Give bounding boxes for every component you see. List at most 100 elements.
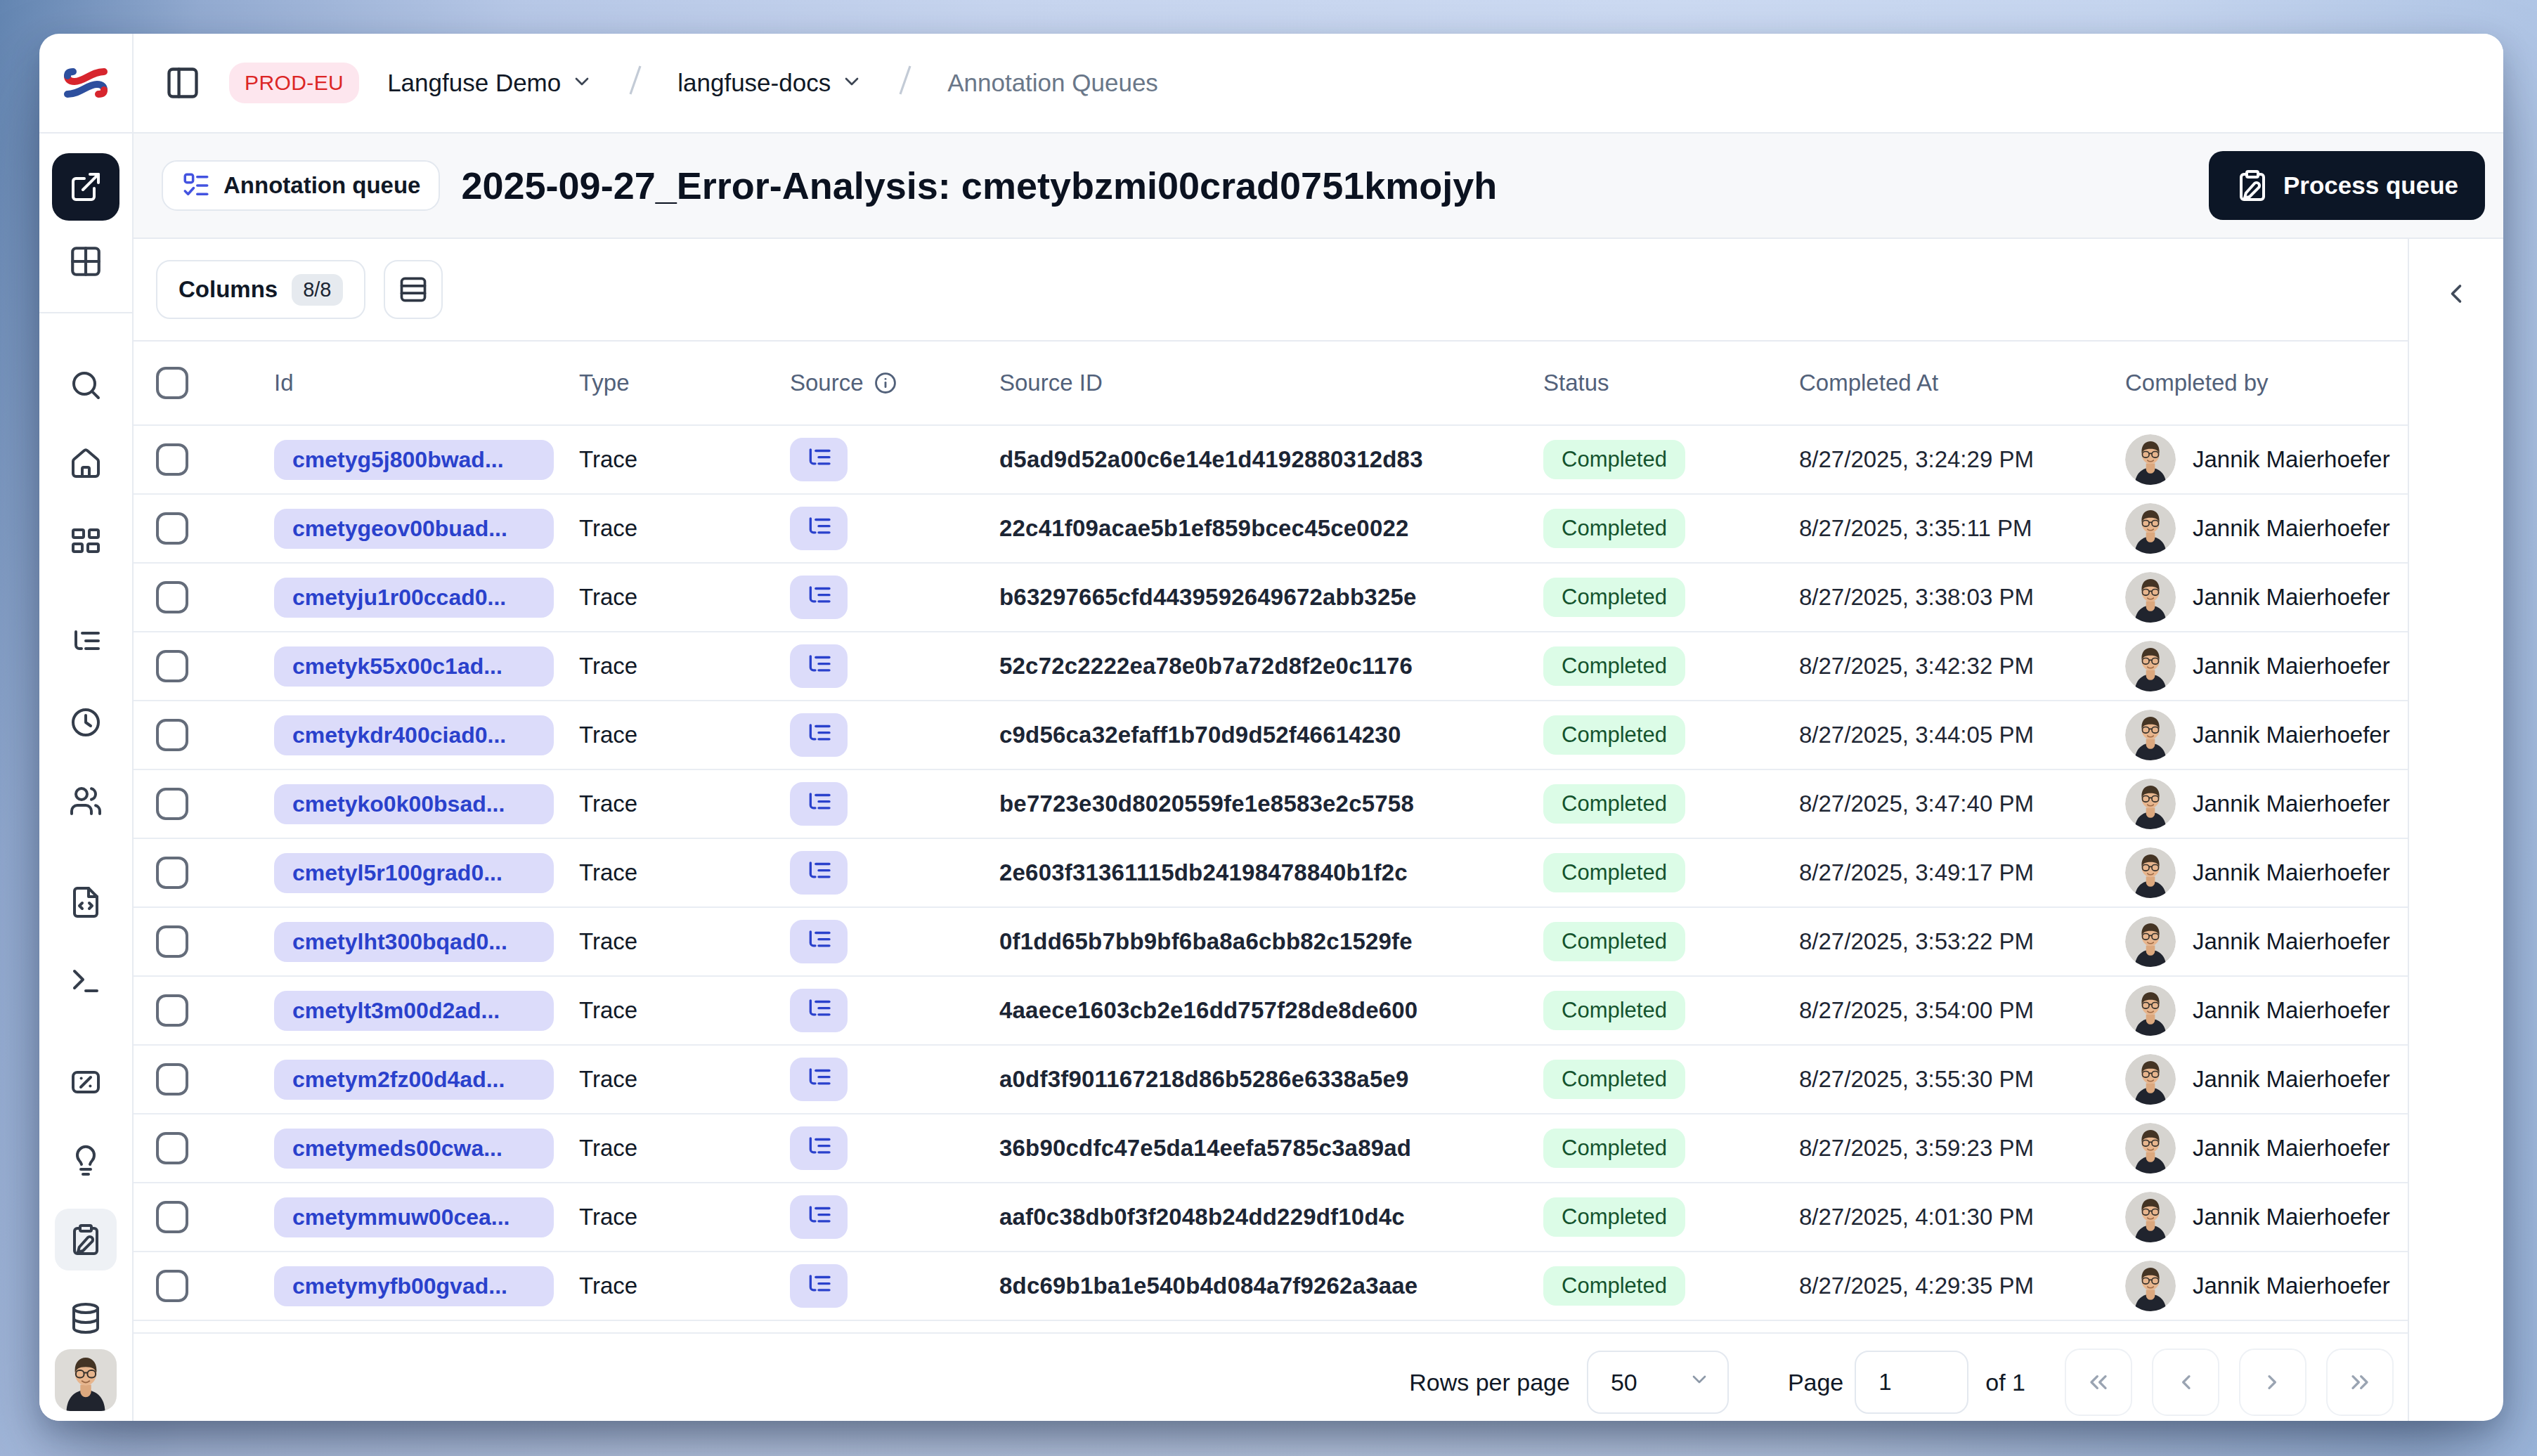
item-id-badge[interactable]: cmetykdr400ciad0... bbox=[274, 715, 554, 755]
item-id-badge[interactable]: cmetyg5j800bwad... bbox=[274, 440, 554, 480]
table-row[interactable]: cmetyl5r100grad0... Trace 2e603f31361115… bbox=[134, 839, 2408, 908]
trace-source-icon[interactable] bbox=[790, 989, 848, 1032]
table-row[interactable]: cmetymmuw00cea... Trace aaf0c38db0f3f204… bbox=[134, 1183, 2408, 1252]
completed-at: 8/27/2025, 3:35:11 PM bbox=[1777, 515, 2103, 542]
breadcrumb-org[interactable]: Langfuse Demo bbox=[387, 67, 593, 98]
item-id-badge[interactable]: cmetymmuw00cea... bbox=[274, 1197, 554, 1237]
sidebar-item-clock-icon[interactable] bbox=[55, 691, 117, 753]
row-checkbox[interactable] bbox=[134, 512, 252, 545]
col-header-completed-by: Completed by bbox=[2103, 370, 2408, 396]
row-checkbox[interactable] bbox=[134, 1270, 252, 1302]
table-row[interactable]: cmetyk55x00c1ad... Trace 52c72c2222ea78e… bbox=[134, 632, 2408, 701]
table-row[interactable]: cmetymeds00cwa... Trace 36b90cdfc47e5da1… bbox=[134, 1114, 2408, 1183]
row-checkbox[interactable] bbox=[134, 925, 252, 958]
langfuse-logo-icon[interactable] bbox=[62, 65, 110, 101]
item-id-badge[interactable]: cmetyju1r00ccad0... bbox=[274, 578, 554, 618]
page-number-input[interactable]: 1 bbox=[1855, 1351, 1968, 1414]
sidebar-item-clipboard-pen-icon[interactable] bbox=[55, 1209, 117, 1270]
trace-source-icon[interactable] bbox=[790, 438, 848, 481]
sidebar-item-users-icon[interactable] bbox=[55, 770, 117, 832]
sidebar-item-layout-dashboard-icon[interactable] bbox=[55, 512, 117, 573]
sidebar-item-percent-box-icon[interactable] bbox=[55, 1051, 117, 1113]
select-all-checkbox[interactable] bbox=[134, 367, 252, 399]
breadcrumb-page[interactable]: Annotation Queues bbox=[947, 69, 1158, 97]
row-checkbox[interactable] bbox=[134, 788, 252, 820]
sidebar-item-terminal-icon[interactable] bbox=[55, 950, 117, 1012]
first-page-button[interactable] bbox=[2065, 1348, 2132, 1416]
item-id-badge[interactable]: cmetyko0k00bsad... bbox=[274, 784, 554, 824]
user-avatar[interactable] bbox=[55, 1349, 117, 1411]
table-row[interactable]: cmetymyfb00gvad... Trace 8dc69b1ba1e540b… bbox=[134, 1252, 2408, 1321]
table-row[interactable]: cmetylht300bqad0... Trace 0f1dd65b7bb9bf… bbox=[134, 908, 2408, 977]
previous-page-button[interactable] bbox=[2152, 1348, 2219, 1416]
completed-by: Jannik Maierhoefer bbox=[2193, 515, 2390, 542]
table-body: cmetyg5j800bwad... Trace d5ad9d52a00c6e1… bbox=[134, 426, 2408, 1321]
table-row[interactable]: cmetym2fz00d4ad... Trace a0df3f901167218… bbox=[134, 1046, 2408, 1114]
table-row[interactable]: cmetyko0k00bsad... Trace be7723e30d80205… bbox=[134, 770, 2408, 839]
row-checkbox[interactable] bbox=[134, 857, 252, 889]
trace-source-icon[interactable] bbox=[790, 644, 848, 688]
trace-source-icon[interactable] bbox=[790, 1264, 848, 1308]
item-id-badge[interactable]: cmetylht300bqad0... bbox=[274, 922, 554, 962]
item-id-badge[interactable]: cmetymeds00cwa... bbox=[274, 1129, 554, 1169]
row-checkbox[interactable] bbox=[134, 1201, 252, 1233]
sidebar-item-search-icon[interactable] bbox=[55, 354, 117, 416]
row-checkbox[interactable] bbox=[134, 581, 252, 613]
table-row[interactable]: cmetykdr400ciad0... Trace c9d56ca32efaff… bbox=[134, 701, 2408, 770]
item-id-badge[interactable]: cmetylt3m00d2ad... bbox=[274, 991, 554, 1031]
row-checkbox[interactable] bbox=[134, 443, 252, 476]
table-row[interactable]: cmetygeov00buad... Trace 22c41f09acae5b1… bbox=[134, 495, 2408, 564]
source-id: 8dc69b1ba1e540b4d084a7f9262a3aae bbox=[977, 1273, 1521, 1299]
process-queue-button[interactable]: Process queue bbox=[2209, 151, 2485, 220]
sidebar-item-database-icon[interactable] bbox=[55, 1287, 117, 1349]
row-checkbox[interactable] bbox=[134, 650, 252, 682]
sidebar-item-external-link-icon[interactable] bbox=[52, 153, 119, 221]
item-id-badge[interactable]: cmetymyfb00gvad... bbox=[274, 1266, 554, 1306]
item-id-badge[interactable]: cmetygeov00buad... bbox=[274, 509, 554, 549]
item-id-badge[interactable]: cmetyl5r100grad0... bbox=[274, 853, 554, 893]
row-checkbox[interactable] bbox=[134, 719, 252, 751]
item-type: Trace bbox=[557, 515, 767, 542]
completed-by: Jannik Maierhoefer bbox=[2193, 997, 2390, 1024]
chevron-down-icon bbox=[1688, 1368, 1711, 1396]
sidebar-divider bbox=[39, 312, 133, 313]
trace-source-icon[interactable] bbox=[790, 713, 848, 757]
table-row[interactable]: cmetylt3m00d2ad... Trace 4aaece1603cb2e1… bbox=[134, 977, 2408, 1046]
sidebar-item-list-tree-icon[interactable] bbox=[55, 613, 117, 675]
trace-source-icon[interactable] bbox=[790, 1126, 848, 1170]
item-id-badge[interactable]: cmetyk55x00c1ad... bbox=[274, 646, 554, 687]
sidebar-item-home-icon[interactable] bbox=[55, 433, 117, 495]
page-total-label: of 1 bbox=[1985, 1369, 2025, 1396]
next-page-button[interactable] bbox=[2239, 1348, 2306, 1416]
row-checkbox[interactable] bbox=[134, 994, 252, 1027]
table-row[interactable]: cmetyju1r00ccad0... Trace b63297665cfd44… bbox=[134, 564, 2408, 632]
sidebar-item-file-code-icon[interactable] bbox=[55, 871, 117, 933]
trace-source-icon[interactable] bbox=[790, 576, 848, 619]
last-page-button[interactable] bbox=[2326, 1348, 2394, 1416]
row-checkbox[interactable] bbox=[134, 1132, 252, 1164]
sidebar-toggle-button[interactable] bbox=[164, 65, 201, 101]
completed-by: Jannik Maierhoefer bbox=[2193, 928, 2390, 955]
collapse-panel-button[interactable] bbox=[2435, 273, 2477, 315]
item-id-badge[interactable]: cmetym2fz00d4ad... bbox=[274, 1060, 554, 1100]
col-header-type: Type bbox=[557, 370, 767, 396]
trace-source-icon[interactable] bbox=[790, 1195, 848, 1239]
sidebar-item-lightbulb-icon[interactable] bbox=[55, 1130, 117, 1192]
completed-by: Jannik Maierhoefer bbox=[2193, 446, 2390, 473]
rows-per-page-select[interactable]: 50 bbox=[1587, 1351, 1729, 1414]
avatar bbox=[2125, 847, 2176, 898]
columns-button[interactable]: Columns 8/8 bbox=[156, 260, 365, 319]
trace-source-icon[interactable] bbox=[790, 851, 848, 895]
row-height-button[interactable] bbox=[384, 260, 443, 319]
sidebar-item-grid-2x2-icon[interactable] bbox=[55, 230, 117, 292]
row-checkbox[interactable] bbox=[134, 1063, 252, 1096]
avatar bbox=[2125, 710, 2176, 760]
info-icon[interactable] bbox=[874, 371, 897, 395]
trace-source-icon[interactable] bbox=[790, 920, 848, 963]
environment-badge[interactable]: PROD-EU bbox=[229, 63, 359, 103]
trace-source-icon[interactable] bbox=[790, 1058, 848, 1101]
table-row[interactable]: cmetyg5j800bwad... Trace d5ad9d52a00c6e1… bbox=[134, 426, 2408, 495]
trace-source-icon[interactable] bbox=[790, 782, 848, 826]
breadcrumb-project[interactable]: langfuse-docs bbox=[677, 67, 863, 98]
trace-source-icon[interactable] bbox=[790, 507, 848, 550]
